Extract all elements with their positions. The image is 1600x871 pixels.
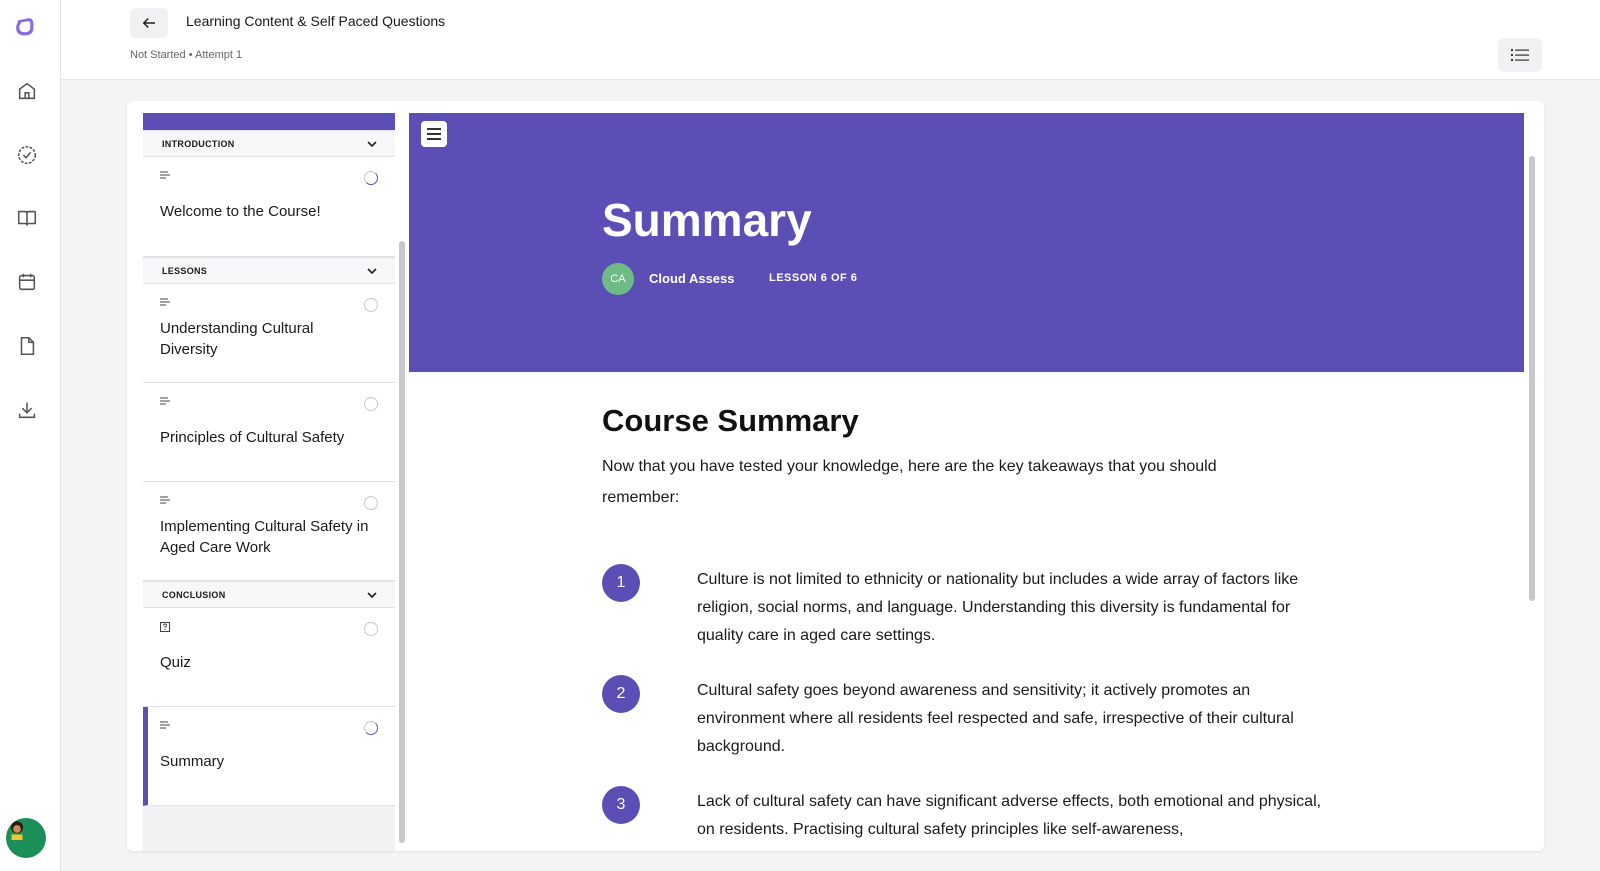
outline-item-label: Principles of Cultural Safety	[160, 429, 345, 446]
attempt-status: Not Started • Attempt 1	[130, 49, 243, 61]
outline-item-label: Implementing Cultural Safety in Aged Car…	[160, 518, 369, 556]
outline-button[interactable]	[1498, 38, 1542, 72]
lesson-card: INTRODUCTION Welcome to the Course! LESS…	[127, 101, 1544, 851]
outline-item-principles-of-cultural-safety[interactable]: Principles of Cultural Safety	[143, 383, 395, 482]
user-avatar[interactable]	[6, 818, 46, 858]
outline-item-label: Summary	[160, 753, 225, 770]
progress-ring-icon	[364, 721, 378, 735]
lesson-title: Summary	[602, 194, 812, 246]
section-label: CONCLUSION	[162, 589, 226, 600]
text-lines-icon	[160, 171, 170, 179]
section-header-lessons[interactable]: LESSONS	[143, 257, 395, 284]
outline-accent-bar	[143, 113, 395, 130]
chevron-down-icon	[367, 267, 377, 274]
outline-item-welcome[interactable]: Welcome to the Course!	[143, 157, 395, 257]
outline-item-label: Understanding Cultural Diversity	[160, 320, 314, 358]
hamburger-icon	[427, 128, 441, 140]
progress-ring-icon	[364, 298, 378, 312]
chevron-down-icon	[367, 140, 377, 147]
outline-item-label: Quiz	[160, 654, 191, 671]
takeaway-text: Lack of cultural safety can have signifi…	[697, 793, 1322, 838]
arrow-left-icon	[142, 17, 155, 29]
outline-item-quiz[interactable]: Quiz	[143, 608, 395, 707]
outline-scrollbar[interactable]	[399, 241, 405, 843]
author-avatar: CA	[602, 263, 634, 295]
calendar-icon[interactable]	[16, 271, 38, 293]
top-bar: Learning Content & Self Paced Questions …	[61, 0, 1600, 80]
progress-ring-icon	[364, 397, 378, 411]
section-label: LESSONS	[162, 265, 208, 276]
check-circle-icon[interactable]	[16, 144, 38, 166]
text-lines-icon	[160, 397, 170, 405]
section-header-introduction[interactable]: INTRODUCTION	[143, 130, 395, 157]
author-name: Cloud Assess	[649, 271, 735, 286]
document-icon[interactable]	[16, 335, 38, 357]
progress-ring-icon	[364, 171, 378, 185]
section-label: INTRODUCTION	[162, 138, 235, 149]
app-sidebar	[0, 0, 61, 871]
takeaway-text: Cultural safety goes beyond awareness an…	[697, 682, 1294, 755]
text-lines-icon	[160, 298, 170, 306]
logo-icon[interactable]	[13, 15, 41, 43]
lesson-content: Summary CA Cloud Assess LESSON 6 OF 6 Co…	[409, 113, 1524, 851]
lesson-hero: Summary CA Cloud Assess LESSON 6 OF 6	[409, 113, 1524, 372]
takeaway-number: 3	[602, 786, 640, 824]
list-icon	[1511, 49, 1529, 61]
book-open-icon[interactable]	[16, 207, 38, 229]
progress-ring-icon	[364, 622, 378, 636]
text-lines-icon	[160, 721, 170, 729]
question-box-icon	[160, 622, 170, 632]
content-scrollbar[interactable]	[1529, 156, 1535, 601]
takeaway-text: Culture is not limited to ethnicity or n…	[697, 571, 1299, 644]
back-button[interactable]	[130, 8, 168, 38]
home-icon[interactable]	[16, 80, 38, 102]
course-outline: INTRODUCTION Welcome to the Course! LESS…	[143, 113, 395, 851]
menu-toggle-button[interactable]	[421, 121, 447, 147]
outline-item-label: Welcome to the Course!	[160, 203, 321, 220]
text-lines-icon	[160, 496, 170, 504]
intro-paragraph: Now that you have tested your knowledge,…	[602, 458, 1217, 506]
summary-intro-block: Course Summary Now that you have tested …	[602, 403, 1332, 513]
outline-item-understanding-cultural-diversity[interactable]: Understanding Cultural Diversity	[143, 284, 395, 383]
progress-ring-icon	[364, 496, 378, 510]
lesson-position: LESSON 6 OF 6	[769, 272, 858, 284]
page-title: Learning Content & Self Paced Questions	[186, 13, 446, 29]
download-icon[interactable]	[16, 399, 38, 421]
outline-item-summary[interactable]: Summary	[143, 707, 395, 806]
takeaway-number: 2	[602, 675, 640, 713]
outline-item-implementing-cultural-safety[interactable]: Implementing Cultural Safety in Aged Car…	[143, 482, 395, 581]
section-heading: Course Summary	[602, 403, 859, 438]
section-header-conclusion[interactable]: CONCLUSION	[143, 581, 395, 608]
takeaway-number: 1	[602, 564, 640, 602]
chevron-down-icon	[367, 591, 377, 598]
